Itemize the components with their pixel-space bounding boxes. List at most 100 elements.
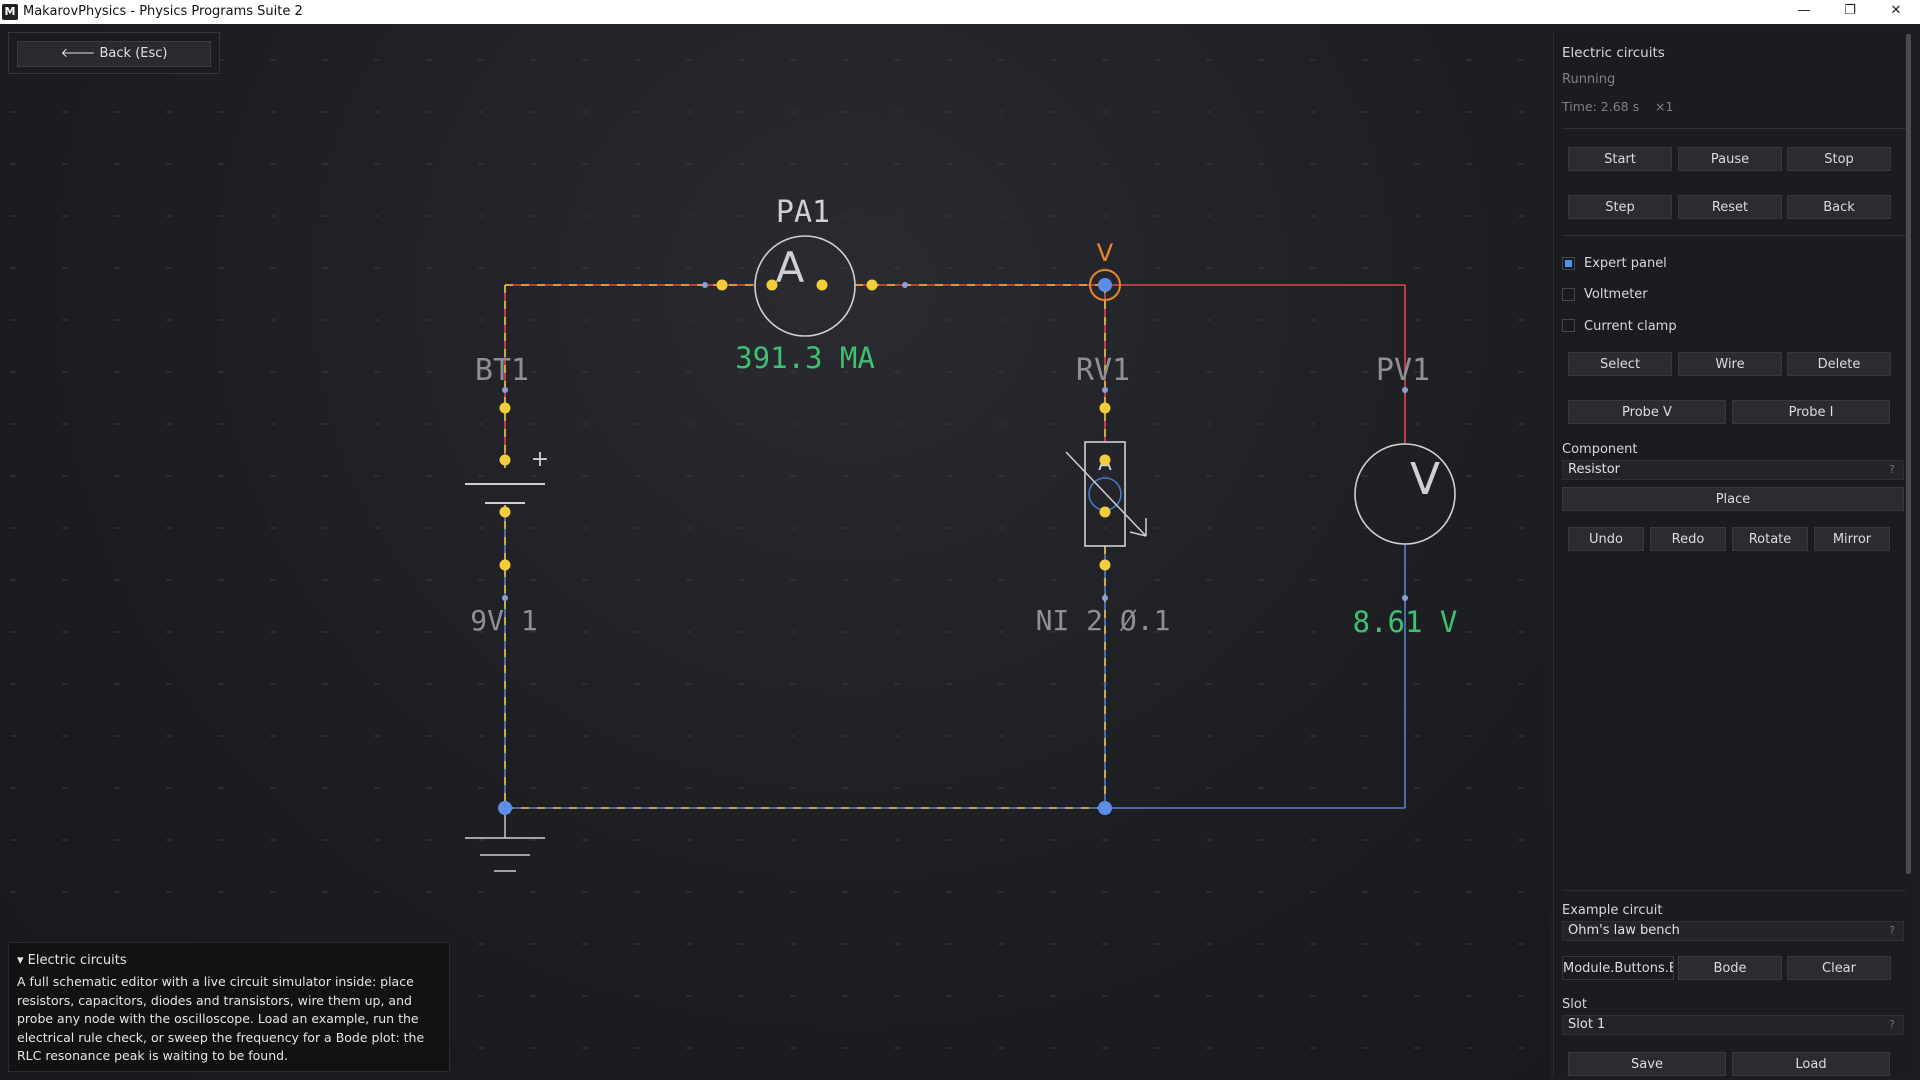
load-button[interactable]: Load [1732, 1052, 1890, 1076]
bode-button[interactable]: Bode [1678, 956, 1782, 980]
description-heading[interactable]: ▾ Electric circuits [17, 953, 127, 968]
probe-v-button[interactable]: Probe V [1568, 400, 1726, 424]
select-tool-button[interactable]: Select [1568, 352, 1672, 376]
battery-value: 9V 1 [470, 604, 537, 637]
separator [1562, 235, 1906, 236]
pin-node [499, 559, 511, 571]
back-bar: 🡐 Back (Esc) [8, 32, 220, 74]
window-title: MakarovPhysics - Physics Programs Suite … [23, 4, 303, 19]
voltmeter-reading: 8.61 V [1353, 605, 1458, 639]
minimize-button[interactable]: — [1781, 0, 1827, 24]
component-label: Component [1562, 442, 1638, 457]
slot-label: Slot [1562, 997, 1587, 1012]
example-circuit-value: Ohm's law bench [1568, 923, 1680, 938]
pin-node [1402, 387, 1408, 393]
separator [1562, 890, 1906, 891]
voltmeter-ref: PV1 [1376, 353, 1430, 388]
description-box: ▾ Electric circuits A full schematic edi… [8, 942, 450, 1072]
grid-dots [10, 59, 1524, 1049]
pin-node [902, 282, 908, 288]
probe-label: V [1097, 239, 1114, 267]
pin-node [1099, 402, 1111, 414]
pin-node [766, 279, 778, 291]
pin-node [1099, 559, 1111, 571]
description-text: A full schematic editor with a live circ… [17, 974, 425, 1064]
pin-node [1099, 454, 1111, 466]
pin-node [1102, 595, 1108, 601]
undo-button[interactable]: Undo [1568, 527, 1644, 551]
ammeter-symbol: A [776, 243, 805, 292]
ammeter-reading: 391.3 MA [735, 341, 875, 375]
pin-node [1402, 595, 1408, 601]
erc-button[interactable]: Module.Buttons.Erc [1562, 956, 1674, 980]
pin-node [502, 387, 508, 393]
schematic-canvas[interactable]: A PA1 391.3 MA + BT1 9V 1 A RV1 [0, 24, 1550, 1080]
example-circuit-label: Example circuit [1562, 903, 1663, 918]
back-button[interactable]: 🡐 Back (Esc) [17, 41, 211, 67]
pin-nodes [498, 278, 1408, 815]
pin-node [502, 595, 508, 601]
pin-node [499, 506, 511, 518]
slot-select[interactable]: Slot 1 ? [1562, 1015, 1904, 1035]
mirror-button[interactable]: Mirror [1814, 527, 1890, 551]
sim-status: Running [1562, 72, 1616, 87]
voltmeter-label: Voltmeter [1584, 287, 1648, 302]
delete-tool-button[interactable]: Delete [1787, 352, 1891, 376]
expert-panel-checkbox[interactable] [1562, 257, 1575, 270]
example-circuit-select[interactable]: Ohm's law bench ? [1562, 921, 1904, 941]
sim-time: Time: 2.68 s ×1 [1562, 99, 1674, 114]
junction-node [1098, 278, 1112, 292]
clear-button[interactable]: Clear [1787, 956, 1891, 980]
stop-button[interactable]: Stop [1787, 147, 1891, 171]
wire-tool-button[interactable]: Wire [1678, 352, 1782, 376]
wires [504, 284, 1406, 809]
place-button[interactable]: Place [1562, 487, 1904, 511]
back-sim-button[interactable]: Back [1787, 195, 1891, 219]
pin-node [866, 279, 878, 291]
pin-node [1102, 387, 1108, 393]
voltmeter-symbol: V [1410, 454, 1440, 505]
separator [1562, 128, 1906, 129]
rheostat-ref: RV1 [1076, 353, 1130, 388]
pin-node [716, 279, 728, 291]
reset-button[interactable]: Reset [1678, 195, 1782, 219]
panel-scrollbar[interactable] [1906, 34, 1911, 874]
rheostat-value: NI 2 Ø.1 [1036, 604, 1171, 637]
help-icon[interactable]: ? [1889, 1016, 1895, 1034]
battery-bt1[interactable]: + BT1 9V 1 [465, 353, 549, 637]
ammeter-ref: PA1 [776, 195, 830, 230]
step-button[interactable]: Step [1568, 195, 1672, 219]
slot-value: Slot 1 [1568, 1017, 1606, 1032]
voltmeter-checkbox[interactable] [1562, 288, 1575, 301]
panel-title: Electric circuits [1562, 45, 1665, 61]
start-button[interactable]: Start [1568, 147, 1672, 171]
pin-node [499, 454, 511, 466]
app-logo-icon: M [2, 4, 18, 20]
rotate-button[interactable]: Rotate [1732, 527, 1808, 551]
component-value: Resistor [1568, 462, 1620, 477]
probe-i-button[interactable]: Probe I [1732, 400, 1890, 424]
rheostat-rv1[interactable]: A RV1 NI 2 Ø.1 [1036, 353, 1171, 637]
close-button[interactable]: ✕ [1873, 0, 1919, 24]
pin-node [1099, 506, 1111, 518]
schematic-drawing[interactable]: A PA1 391.3 MA + BT1 9V 1 A RV1 [0, 24, 1550, 1080]
save-button[interactable]: Save [1568, 1052, 1726, 1076]
ammeter-pa1[interactable]: A PA1 391.3 MA [735, 195, 875, 375]
maximize-button[interactable]: ❐ [1827, 0, 1873, 24]
pause-button[interactable]: Pause [1678, 147, 1782, 171]
control-panel: Electric circuits Running Time: 2.68 s ×… [1553, 32, 1912, 1078]
expert-panel-label: Expert panel [1584, 256, 1667, 271]
current-clamp-label: Current clamp [1584, 319, 1677, 334]
junction-node [498, 801, 512, 815]
help-icon[interactable]: ? [1889, 461, 1895, 479]
redo-button[interactable]: Redo [1650, 527, 1726, 551]
pin-node [499, 402, 511, 414]
pin-node [816, 279, 828, 291]
battery-plus-sign: + [531, 447, 549, 472]
current-clamp-checkbox[interactable] [1562, 319, 1575, 332]
help-icon[interactable]: ? [1889, 922, 1895, 940]
battery-ref: BT1 [475, 353, 529, 388]
title-bar: M MakarovPhysics - Physics Programs Suit… [0, 0, 1920, 24]
component-select[interactable]: Resistor ? [1562, 460, 1904, 480]
junction-node [1098, 801, 1112, 815]
